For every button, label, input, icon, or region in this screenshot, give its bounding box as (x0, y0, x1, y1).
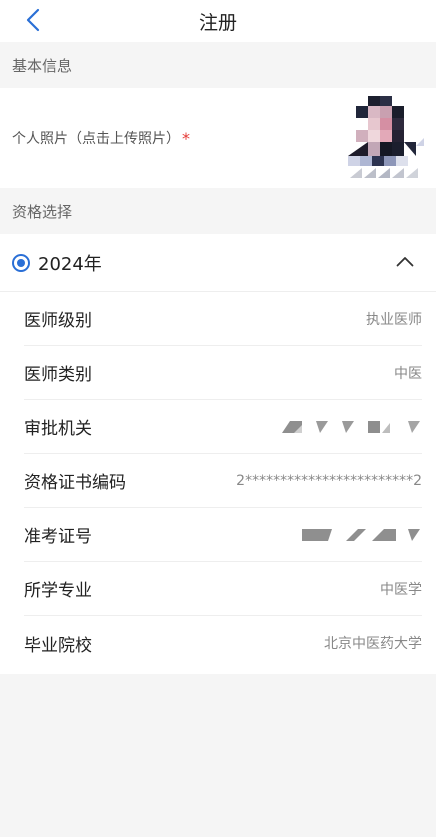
field-row-major: 所学专业 中医学 (24, 562, 422, 616)
field-row-approval-authority: 审批机关 (24, 400, 422, 454)
nav-bar: 注册 (0, 0, 436, 42)
field-value: 北京中医药大学 (324, 636, 422, 652)
field-label: 准考证号 (24, 527, 92, 547)
back-button[interactable] (18, 4, 48, 36)
redaction-marks (302, 528, 420, 541)
redacted-value (282, 419, 422, 435)
field-label: 医师类别 (24, 365, 92, 385)
field-row-doctor-category: 医师类别 中医 (24, 346, 422, 400)
section-header-qualification: 资格选择 (0, 188, 436, 234)
field-row-certificate-code: 资格证书编码 2************************2 (24, 454, 422, 508)
section-title: 基本信息 (12, 56, 73, 75)
field-label: 审批机关 (24, 419, 92, 439)
field-row-doctor-level: 医师级别 执业医师 (24, 292, 422, 346)
required-mark: * (182, 128, 190, 148)
year-label: 2024年 (38, 253, 102, 275)
field-row-admission-number: 准考证号 (24, 508, 422, 562)
qualification-fields: 医师级别 执业医师 医师类别 中医 审批机关 资格证书编码 2*********… (0, 292, 436, 674)
chevron-left-icon (26, 8, 40, 32)
year-radio[interactable] (12, 253, 30, 272)
field-label: 医师级别 (24, 311, 92, 331)
field-label: 毕业院校 (24, 635, 92, 656)
field-value: 中医 (394, 365, 422, 382)
redacted-value (302, 527, 422, 543)
field-label: 所学专业 (24, 581, 92, 601)
field-row-graduate-school: 毕业院校 北京中医药大学 (24, 616, 422, 670)
profile-photo[interactable] (346, 94, 426, 184)
section-title: 资格选择 (12, 202, 73, 221)
field-value: 2************************2 (236, 472, 422, 489)
photo-upload-row[interactable]: 个人照片（点击上传照片） * (0, 88, 436, 188)
pixelated-photo-image (348, 96, 424, 178)
chevron-up-icon[interactable] (396, 256, 414, 267)
field-value: 中医学 (380, 581, 422, 598)
page-title: 注册 (198, 11, 237, 34)
field-value: 执业医师 (366, 311, 422, 328)
redaction-marks (282, 420, 420, 433)
radio-selected-dot (17, 258, 25, 267)
year-option-row[interactable]: 2024年 (0, 234, 436, 292)
section-header-basic-info: 基本信息 (0, 42, 436, 88)
photo-label: 个人照片（点击上传照片） (12, 131, 180, 147)
field-label: 资格证书编码 (24, 473, 126, 493)
